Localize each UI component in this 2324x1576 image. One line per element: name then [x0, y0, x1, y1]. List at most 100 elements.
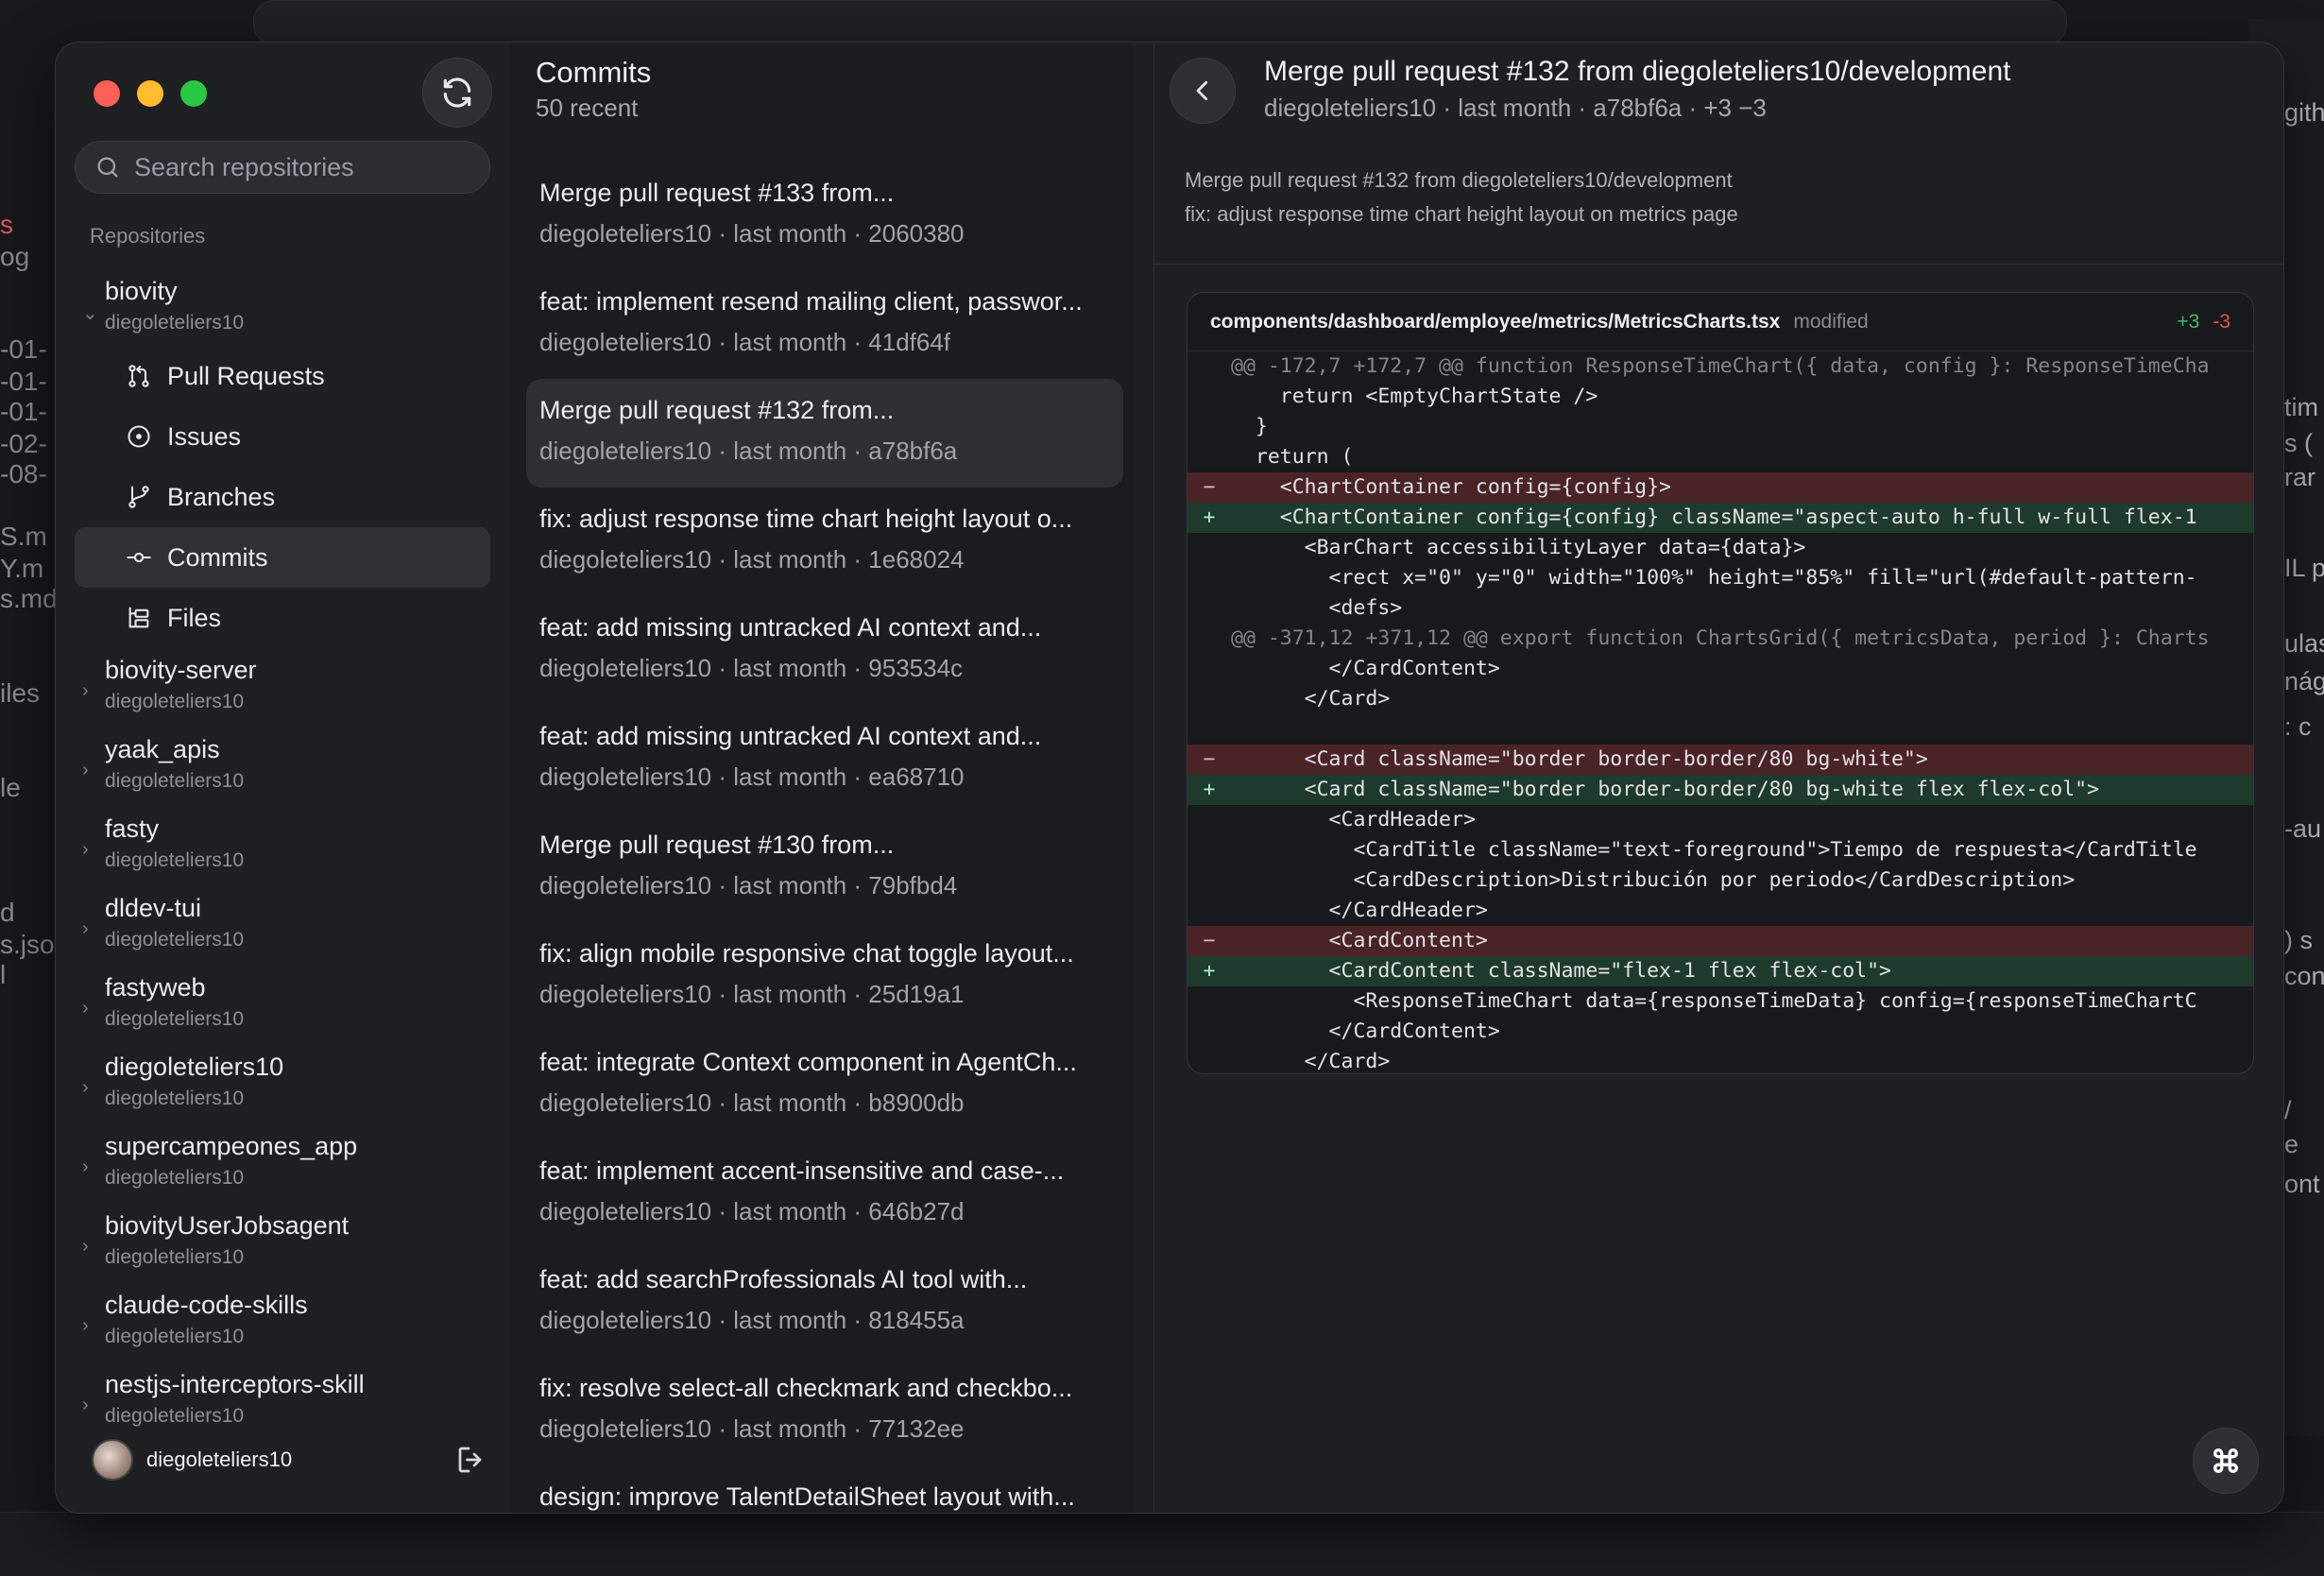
chevron-right-icon[interactable]: › [82, 1236, 89, 1258]
repo-item[interactable]: › nestjs-interceptors-skill diegoleteliers… [56, 1362, 509, 1442]
diff-line-ctx: } [1188, 412, 2253, 442]
diff-code: <CardContent className="flex-1 flex flex… [1231, 959, 1891, 983]
sidebar-item-pull-requests[interactable]: Pull Requests [75, 346, 490, 406]
repo-item[interactable]: ⌄ biovity diegoleteliers10 Pull Requests… [56, 269, 509, 648]
diff-code [1231, 714, 2253, 745]
commit-item[interactable]: feat: implement resend mailing client, p… [526, 270, 1123, 379]
diff-sign [1188, 865, 1231, 896]
sidebar-item-branches[interactable]: Branches [75, 467, 490, 527]
background-text-fragment: -08- [0, 459, 47, 488]
repo-name: fasty [105, 814, 160, 843]
chevron-right-icon[interactable]: › [82, 1077, 89, 1099]
diff-sign [1188, 412, 1231, 442]
commit-item[interactable]: fix: adjust response time chart height l… [526, 488, 1123, 596]
background-text-fragment: le [0, 773, 21, 802]
diff-line-ctx: <CardDescription>Distribución por period… [1188, 865, 2253, 896]
commit-item[interactable]: Merge pull request #130 from... diegolete… [526, 814, 1123, 922]
commit-item[interactable]: Merge pull request #132 from... diegolete… [526, 379, 1123, 488]
chevron-right-icon[interactable]: › [82, 998, 89, 1019]
commit-item[interactable]: feat: add missing untracked AI context a… [526, 596, 1123, 705]
repo-owner: diegoleteliers10 [105, 929, 245, 951]
background-text-fragment: e [2284, 1130, 2299, 1158]
chevron-right-icon[interactable]: › [82, 1395, 89, 1416]
repo-item[interactable]: › biovity-server diegoleteliers10 [56, 648, 509, 728]
commit-item[interactable]: design: improve TalentDetailSheet layout… [526, 1465, 1123, 1513]
commit-item-meta: diegoleteliers10 · last month · 41df64f [539, 328, 951, 356]
refresh-button[interactable] [422, 58, 492, 128]
file-path: components/dashboard/employee/metrics/Me… [1210, 310, 1781, 333]
chevron-left-icon [1196, 80, 1208, 101]
repo-name: claude-code-skills [105, 1291, 308, 1319]
command-button[interactable] [2193, 1428, 2259, 1494]
repo-name: biovityUserJobsagent [105, 1211, 350, 1240]
commit-item-meta: diegoleteliers10 · last month · 2060380 [539, 219, 965, 248]
repo-item[interactable]: › supercampeones_app diegoleteliers10 [56, 1124, 509, 1204]
file-diff-header[interactable]: components/dashboard/employee/metrics/Me… [1188, 293, 2253, 351]
repo-name: fastyweb [105, 973, 206, 1002]
commit-item-meta: diegoleteliers10 · last month · 79bfbd4 [539, 871, 958, 899]
commit-item[interactable]: fix: align mobile responsive chat toggle… [526, 922, 1123, 1031]
diff-code: @@ -371,12 +371,12 @@ export function Ch… [1231, 626, 2210, 650]
maximize-window-button[interactable] [180, 80, 207, 107]
avatar[interactable] [92, 1439, 133, 1481]
commit-item-meta: diegoleteliers10 · last month · 25d19a1 [539, 980, 965, 1008]
diff-sign [1188, 986, 1231, 1017]
commit-item[interactable]: feat: add searchProfessionals AI tool wi… [526, 1248, 1123, 1357]
repo-item[interactable]: › diegoleteliers10 diegoleteliers10 [56, 1045, 509, 1124]
commits-panel: Commits 50 recent Merge pull request #13… [509, 43, 1133, 1513]
repo-owner: diegoleteliers10 [105, 1405, 245, 1427]
commit-item-meta: diegoleteliers10 · last month · ea68710 [539, 762, 965, 791]
diff-code: </CardContent> [1231, 657, 1500, 680]
background-text-fragment: rar [2284, 463, 2315, 491]
search-input[interactable] [134, 152, 455, 182]
commit-item[interactable]: Merge pull request #133 from... diegolete… [526, 162, 1123, 270]
background-text-fragment: con [2284, 962, 2324, 990]
diff-sign [1188, 563, 1231, 593]
chevron-right-icon[interactable]: › [82, 1156, 89, 1178]
diff-code: <ChartContainer config={config}> [1231, 475, 1671, 499]
repo-item[interactable]: › biovityUserJobsagent diegoleteliers10 [56, 1204, 509, 1283]
sidebar-item-label: Commits [167, 542, 268, 572]
background-text-fragment: s [0, 210, 13, 239]
repo-item[interactable]: › yaak_apis diegoleteliers10 [56, 728, 509, 807]
sidebar-item-files[interactable]: Files [75, 588, 490, 648]
chevron-down-icon[interactable]: ⌄ [82, 301, 98, 325]
sidebar-item-issues[interactable]: Issues [75, 406, 490, 467]
sidebar-item-commits[interactable]: Commits [75, 527, 490, 588]
back-button[interactable] [1170, 58, 1236, 124]
repo-item[interactable]: › claude-code-skills diegoleteliers10 [56, 1283, 509, 1362]
repo-item[interactable]: › dldev-tui diegoleteliers10 [56, 886, 509, 966]
commit-list: Merge pull request #133 from... diegolete… [526, 162, 1123, 1513]
chevron-right-icon[interactable]: › [82, 760, 89, 781]
repo-name: dldev-tui [105, 894, 202, 922]
background-text-fragment: iles [0, 678, 41, 708]
diff-sign [1188, 714, 1231, 745]
commit-item-title: fix: resolve select-all checkmark and ch… [539, 1374, 1073, 1402]
repo-item[interactable]: › fasty diegoleteliers10 [56, 807, 509, 886]
commit-item[interactable]: feat: add missing untracked AI context a… [526, 705, 1123, 814]
commit-item-title: Merge pull request #133 from... [539, 179, 895, 207]
chevron-right-icon[interactable]: › [82, 1315, 89, 1337]
commit-item[interactable]: feat: implement accent-insensitive and c… [526, 1139, 1123, 1248]
repo-item[interactable]: › fastyweb diegoleteliers10 [56, 966, 509, 1045]
close-window-button[interactable] [94, 80, 120, 107]
chevron-right-icon[interactable]: › [82, 918, 89, 940]
pull-request-icon [128, 365, 149, 387]
diff-sign [1188, 593, 1231, 624]
commit-title: Merge pull request #132 from diegoleteli… [1264, 56, 2011, 87]
search-box[interactable] [75, 141, 490, 194]
commit-message-line: fix: adjust response time chart height l… [1185, 202, 1738, 226]
repo-name: nestjs-interceptors-skill [105, 1370, 365, 1398]
repo-owner: diegoleteliers10 [105, 312, 245, 334]
diff-line-ctx: <rect x="0" y="0" width="100%" height="8… [1188, 563, 2253, 593]
commit-item[interactable]: fix: resolve select-all checkmark and ch… [526, 1357, 1123, 1465]
chevron-right-icon[interactable]: › [82, 680, 89, 702]
background-text-fragment: : c [2284, 712, 2312, 741]
commit-item[interactable]: feat: integrate Context component in Age… [526, 1031, 1123, 1139]
search-icon [97, 157, 118, 178]
minimize-window-button[interactable] [137, 80, 163, 107]
commits-title: Commits [536, 56, 652, 89]
chevron-right-icon[interactable]: › [82, 839, 89, 861]
window-controls [94, 80, 207, 107]
logout-icon[interactable] [454, 1443, 488, 1477]
